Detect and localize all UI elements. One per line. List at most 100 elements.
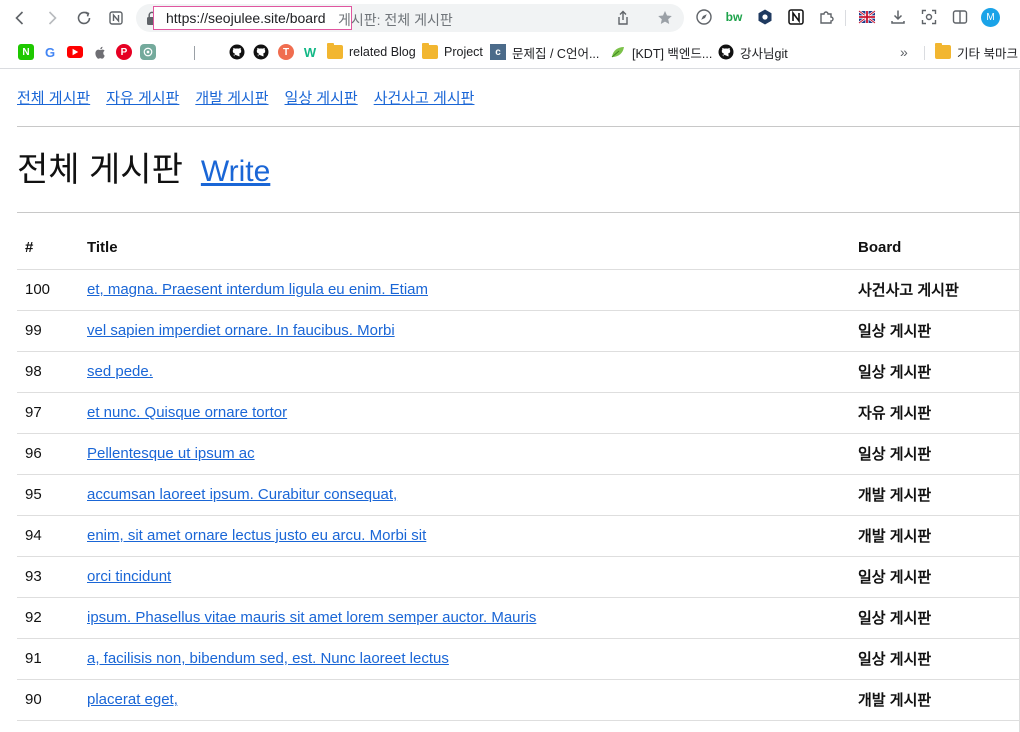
nav-link-all[interactable]: 전체 게시판 — [17, 87, 90, 108]
omnibox-page-title: 게시판: 전체 게시판 — [338, 12, 453, 28]
screenshot-icon[interactable] — [920, 8, 938, 26]
pinterest-icon[interactable]: P — [116, 44, 132, 60]
bookmark-label: 문제집 / C언어... — [512, 46, 600, 61]
github-icon-2[interactable] — [253, 44, 269, 60]
divider — [17, 126, 1020, 127]
bookmark-label: 강사님git — [740, 46, 788, 61]
post-title-link[interactable]: Pellentesque ut ipsum ac — [87, 445, 255, 462]
hexagon-icon[interactable] — [756, 8, 774, 26]
leaf-icon — [611, 47, 624, 58]
write-link[interactable]: Write — [201, 155, 270, 189]
post-board: 개발 게시판 — [858, 514, 1020, 556]
forward-icon[interactable] — [40, 6, 64, 30]
posts-table: # Title Board 100 et, magna. Praesent in… — [17, 226, 1020, 721]
post-board: 사건사고 게시판 — [858, 268, 1020, 310]
bookmark-project[interactable]: Project — [422, 43, 483, 61]
notion-icon[interactable] — [787, 8, 805, 26]
post-title-link[interactable]: et, magna. Praesent interdum ligula eu e… — [87, 281, 428, 298]
bookmark-c-language[interactable]: c 문제집 / C언어... — [490, 43, 599, 61]
nav-link-daily[interactable]: 일상 게시판 — [285, 87, 358, 108]
table-row: 90 placerat eget, 개발 게시판 — [17, 678, 1020, 721]
bw-icon[interactable]: bw — [725, 8, 743, 26]
share-icon[interactable] — [614, 9, 632, 27]
nav-link-free[interactable]: 자유 게시판 — [106, 87, 179, 108]
table-row: 96 Pellentesque ut ipsum ac 일상 게시판 — [17, 432, 1020, 474]
bookmark-kdt-backend[interactable]: [KDT] 백엔드... — [610, 43, 712, 61]
toolbar-divider — [845, 10, 846, 26]
post-title-link[interactable]: enim, sit amet ornare lectus justo eu ar… — [87, 527, 426, 544]
nav-link-incident[interactable]: 사건사고 게시판 — [374, 87, 475, 108]
svg-text:G: G — [45, 45, 55, 60]
post-board: 일상 게시판 — [858, 596, 1020, 638]
url-text[interactable]: https://seojulee.site/board — [166, 10, 326, 26]
bookmark-label: [KDT] 백엔드... — [632, 46, 713, 61]
column-header-title: Title — [87, 238, 118, 256]
github-icon[interactable] — [229, 44, 245, 60]
chatgpt-icon[interactable] — [140, 44, 156, 60]
bookmark-label: related Blog — [349, 45, 416, 59]
table-row: 93 orci tincidunt 일상 게시판 — [17, 555, 1020, 597]
post-number: 95 — [17, 473, 87, 515]
other-bookmarks-folder[interactable]: 기타 북마크 — [935, 43, 1018, 61]
puzzle-icon[interactable] — [818, 8, 836, 26]
folder-icon — [422, 43, 438, 59]
post-number: 91 — [17, 637, 87, 679]
sidebar-icon[interactable] — [951, 8, 969, 26]
post-title-link[interactable]: a, facilisis non, bibendum sed, est. Nun… — [87, 650, 449, 667]
table-row: 98 sed pede. 일상 게시판 — [17, 350, 1020, 392]
post-title-link[interactable]: et nunc. Quisque ornare tortor — [87, 404, 287, 421]
bookmark-label: Project — [444, 45, 483, 59]
post-title-link[interactable]: vel sapien imperdiet ornare. In faucibus… — [87, 322, 395, 339]
bookmark-related-blog[interactable]: related Blog — [327, 43, 416, 61]
tistory-icon[interactable]: T — [278, 44, 294, 60]
bookmark-label: 기타 북마크 — [957, 46, 1018, 61]
page-heading: 전체 게시판 Write — [17, 142, 270, 191]
bookmark-star-icon[interactable] — [656, 9, 674, 27]
nav-link-dev[interactable]: 개발 게시판 — [195, 87, 268, 108]
post-board: 개발 게시판 — [858, 473, 1020, 515]
post-title-link[interactable]: accumsan laoreet ipsum. Curabitur conseq… — [87, 486, 397, 503]
naver-icon[interactable]: N — [18, 44, 34, 60]
apple-icon[interactable] — [92, 44, 108, 60]
bookmark-separator — [194, 46, 195, 60]
google-icon[interactable]: G — [43, 44, 59, 60]
post-number: 92 — [17, 596, 87, 638]
post-number: 90 — [17, 678, 87, 721]
post-number: 99 — [17, 309, 87, 351]
back-icon[interactable] — [8, 6, 32, 30]
bookmarks-bar: N G P T W related Blog Project c 문제집 / C… — [0, 36, 1020, 69]
post-board: 개발 게시판 — [858, 678, 1020, 721]
bookmarks-overflow-button[interactable]: » — [900, 43, 908, 61]
column-header-board: Board — [858, 238, 902, 256]
table-row: 94 enim, sit amet ornare lectus justo eu… — [17, 514, 1020, 556]
post-number: 96 — [17, 432, 87, 474]
post-title-link[interactable]: ipsum. Phasellus vitae mauris sit amet l… — [87, 609, 536, 626]
post-board: 일상 게시판 — [858, 309, 1020, 351]
post-board: 일상 게시판 — [858, 350, 1020, 392]
reload-icon[interactable] — [72, 6, 96, 30]
c-badge-icon: c — [490, 44, 506, 60]
post-title-link[interactable]: orci tincidunt — [87, 568, 171, 585]
post-title-link[interactable]: placerat eget, — [87, 691, 178, 708]
youtube-icon[interactable] — [67, 46, 83, 58]
bookmark-instructor-git[interactable]: 강사님git — [718, 43, 788, 61]
velog-icon[interactable]: W — [302, 44, 318, 60]
folder-icon — [935, 43, 951, 59]
post-number: 98 — [17, 350, 87, 392]
download-icon[interactable] — [889, 8, 907, 26]
board-nav: 전체 게시판 자유 게시판 개발 게시판 일상 게시판 사건사고 게시판 — [17, 87, 490, 108]
table-header-row: # Title Board — [17, 226, 1020, 269]
uk-flag-icon[interactable] — [858, 8, 876, 26]
post-board: 일상 게시판 — [858, 555, 1020, 597]
address-bar[interactable]: https://seojulee.site/board 게시판: 전체 게시판 — [136, 4, 684, 32]
table-row: 91 a, facilisis non, bibendum sed, est. … — [17, 637, 1020, 679]
compass-icon[interactable] — [695, 8, 713, 26]
post-board: 자유 게시판 — [858, 391, 1020, 433]
post-number: 94 — [17, 514, 87, 556]
notion-home-icon[interactable] — [104, 6, 128, 30]
table-row: 97 et nunc. Quisque ornare tortor 자유 게시판 — [17, 391, 1020, 433]
table-row: 92 ipsum. Phasellus vitae mauris sit ame… — [17, 596, 1020, 638]
post-title-link[interactable]: sed pede. — [87, 363, 153, 380]
profile-avatar[interactable]: M — [981, 8, 1000, 27]
table-row: 100 et, magna. Praesent interdum ligula … — [17, 268, 1020, 310]
